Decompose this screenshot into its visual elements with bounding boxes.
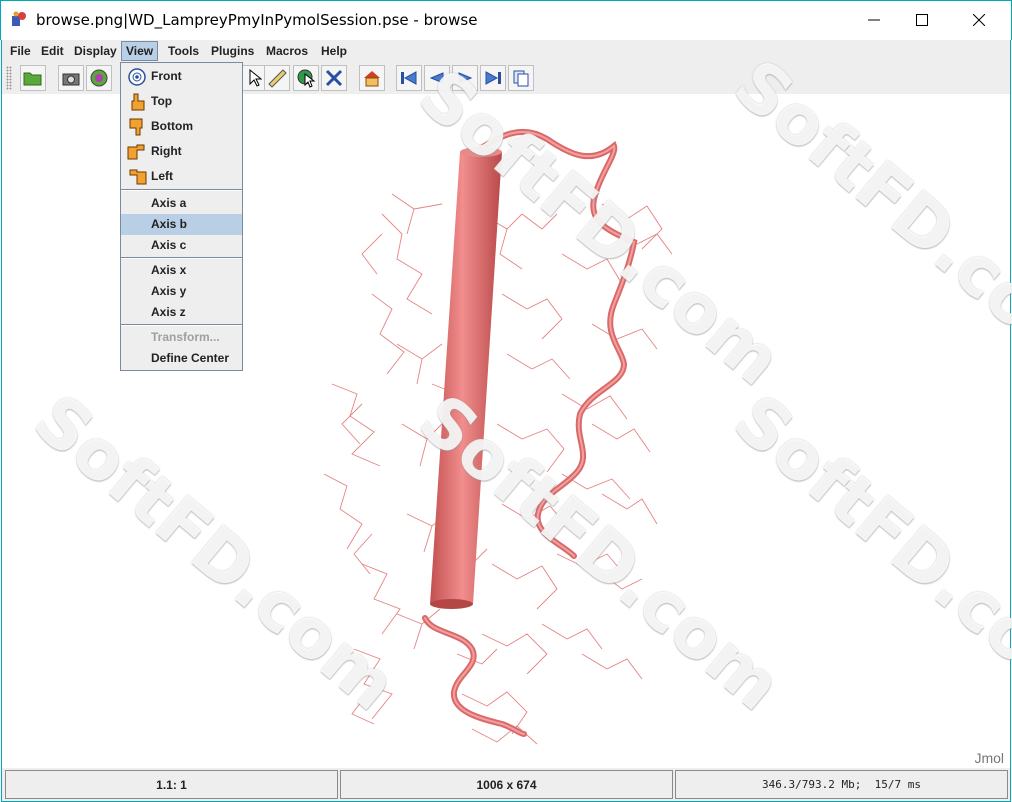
- title-bar: browse.png|WD_LampreyPmyInPymolSession.p…: [0, 0, 1012, 40]
- status-bar: 1.1: 1 1006 x 674 346.3/793.2 Mb; 15/7 m…: [1, 768, 1011, 802]
- copy-icon: [513, 70, 529, 87]
- status-dimensions: 1006 x 674: [340, 770, 673, 799]
- view-menu-label: Front: [151, 69, 182, 83]
- hand-bottom-icon: [129, 118, 143, 136]
- menu-plugins[interactable]: Plugins: [207, 41, 258, 61]
- view-menu-item-bottom[interactable]: Bottom: [121, 116, 242, 137]
- view-menu-label: Axis a: [151, 196, 187, 210]
- status-memory: 346.3/793.2 Mb; 15/7 ms: [675, 770, 1008, 799]
- view-menu-item-top[interactable]: Top: [121, 91, 242, 112]
- hand-right-icon: [127, 144, 145, 160]
- menu-display[interactable]: Display: [70, 41, 121, 61]
- view-menu-label: Top: [151, 94, 173, 108]
- previous-frame-button[interactable]: [424, 65, 450, 91]
- view-menu-item-left[interactable]: Left: [121, 166, 242, 187]
- view-menu-item-axis-b[interactable]: Axis b: [121, 214, 242, 235]
- view-menu-item-right[interactable]: Right: [121, 141, 242, 162]
- view-menu-item-axis-z[interactable]: Axis z: [121, 302, 242, 323]
- alpha-helix-cylinder: [430, 147, 502, 609]
- view-menu-item-define-center[interactable]: Define Center: [121, 348, 242, 369]
- view-menu-dropdown: Front Top Bottom Right Left Axis a Axis …: [120, 62, 243, 371]
- close-icon: [973, 14, 985, 26]
- view-menu-item-axis-a[interactable]: Axis a: [121, 193, 242, 214]
- minimize-icon: [868, 19, 880, 21]
- front-view-icon: [128, 68, 146, 86]
- next-frame-button[interactable]: [452, 65, 478, 91]
- navigate-icon: [325, 69, 343, 87]
- menu-separator: [121, 189, 242, 191]
- toolbar-grip[interactable]: [6, 66, 12, 90]
- menu-edit[interactable]: Edit: [37, 41, 68, 61]
- pick-icon: [297, 69, 316, 88]
- menu-separator: [121, 324, 242, 326]
- home-button[interactable]: [359, 65, 385, 91]
- menu-bar: File Edit Display View Tools Plugins Mac…: [1, 40, 1011, 62]
- menu-macros[interactable]: Macros: [262, 41, 312, 61]
- next-frame-icon: [458, 72, 473, 84]
- first-frame-icon: [401, 71, 417, 85]
- select-cursor-icon: [249, 69, 262, 87]
- window-title: browse.png|WD_LampreyPmyInPymolSession.p…: [36, 11, 478, 29]
- view-menu-label: Define Center: [151, 351, 230, 365]
- view-menu-label: Axis b: [151, 217, 188, 231]
- web-export-icon: [90, 69, 108, 87]
- last-frame-button[interactable]: [480, 65, 506, 91]
- minimize-button[interactable]: [851, 1, 897, 39]
- hand-top-icon: [131, 93, 145, 111]
- open-button[interactable]: [20, 65, 46, 91]
- web-export-button[interactable]: [86, 65, 112, 91]
- sidechain-wireframe: [323, 193, 673, 745]
- last-frame-icon: [485, 71, 501, 85]
- view-menu-item-axis-y[interactable]: Axis y: [121, 281, 242, 302]
- menu-view[interactable]: View: [121, 41, 159, 61]
- pick-button[interactable]: [293, 65, 319, 91]
- view-menu-label: Left: [151, 169, 173, 183]
- ruler-icon: [268, 69, 287, 88]
- maximize-button[interactable]: [899, 1, 945, 39]
- view-menu-item-axis-x[interactable]: Axis x: [121, 260, 242, 281]
- status-frame: 1.1: 1: [5, 770, 338, 799]
- menu-help[interactable]: Help: [317, 41, 351, 61]
- view-menu-item-axis-c[interactable]: Axis c: [121, 235, 242, 256]
- view-menu-label: Right: [151, 144, 182, 158]
- home-icon: [364, 71, 380, 87]
- view-menu-label: Axis c: [151, 238, 187, 252]
- copy-button[interactable]: [508, 65, 534, 91]
- view-menu-label: Axis z: [151, 305, 186, 319]
- view-menu-label: Bottom: [151, 119, 193, 133]
- camera-icon: [62, 73, 80, 86]
- menu-file[interactable]: File: [6, 41, 35, 61]
- jmol-app-icon: [12, 11, 26, 26]
- maximize-icon: [916, 14, 928, 26]
- navigate-button[interactable]: [321, 65, 347, 91]
- view-menu-label: Axis y: [151, 284, 187, 298]
- menu-tools[interactable]: Tools: [164, 41, 203, 61]
- previous-frame-icon: [429, 72, 444, 84]
- jmol-brand-label: Jmol: [974, 750, 1004, 766]
- first-frame-button[interactable]: [396, 65, 422, 91]
- hand-left-icon: [129, 169, 147, 185]
- view-menu-label: Axis x: [151, 263, 187, 277]
- measure-button[interactable]: [264, 65, 290, 91]
- close-button[interactable]: [956, 1, 1002, 39]
- view-menu-item-front[interactable]: Front: [121, 66, 242, 87]
- open-folder-icon: [23, 72, 42, 86]
- menu-separator: [121, 257, 242, 259]
- export-image-button[interactable]: [58, 65, 84, 91]
- view-menu-item-transform: Transform...: [121, 327, 242, 348]
- view-menu-label: Transform...: [151, 330, 220, 344]
